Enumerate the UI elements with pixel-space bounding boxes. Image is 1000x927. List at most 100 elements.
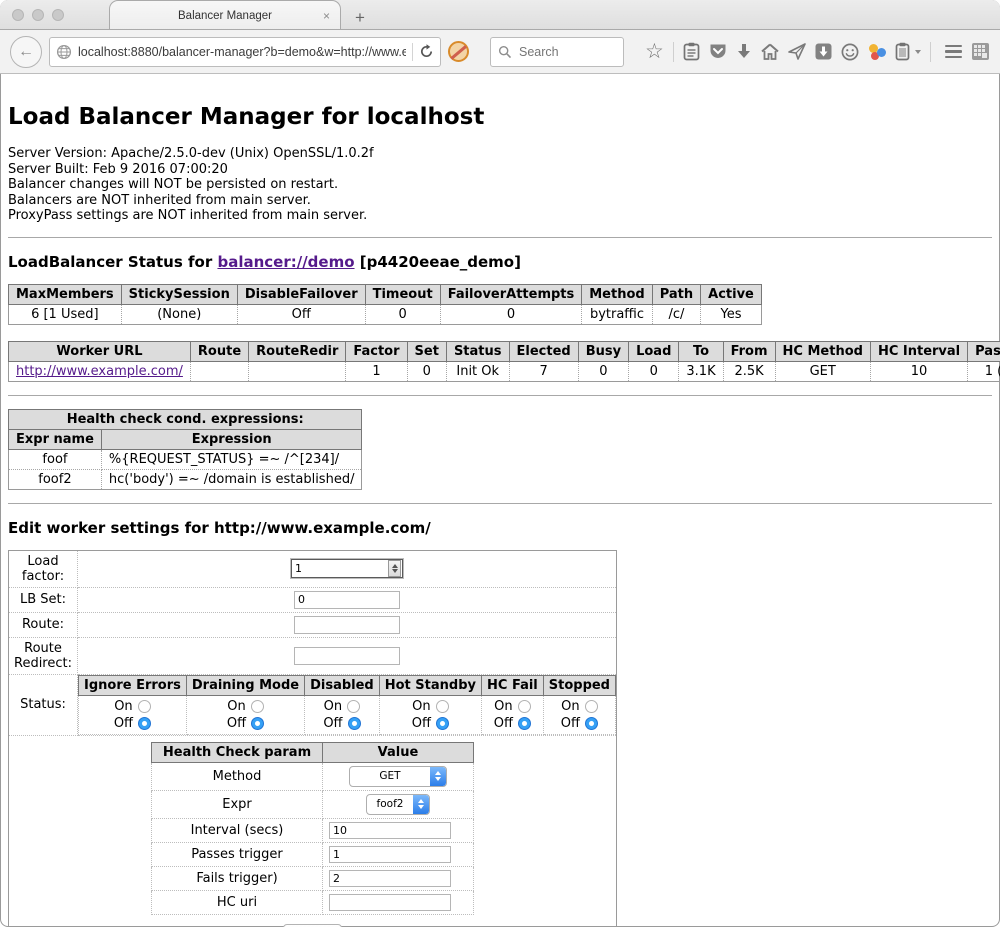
cell-failoverattempts: 0 bbox=[440, 304, 582, 324]
send-icon[interactable] bbox=[788, 43, 806, 60]
header-passes: Passes bbox=[968, 341, 1000, 361]
zoom-window-button[interactable] bbox=[52, 9, 64, 21]
feedback-smiley-icon[interactable] bbox=[841, 43, 859, 61]
cell-method: bytraffic bbox=[582, 304, 652, 324]
menu-icon[interactable] bbox=[945, 45, 962, 59]
status-header-draining-mode: Draining Mode bbox=[186, 675, 304, 695]
load-factor-input[interactable] bbox=[291, 559, 403, 578]
radio-draining-mode-on[interactable] bbox=[251, 700, 264, 713]
url-bar[interactable]: localhost:8880/balancer-manager?b=demo&w… bbox=[49, 37, 441, 67]
health-check-param-table: Health Check param Value Method GET bbox=[151, 742, 474, 915]
new-tab-button[interactable]: + bbox=[355, 9, 365, 26]
clipboard-icon[interactable] bbox=[895, 42, 910, 61]
fails-input[interactable] bbox=[329, 870, 451, 887]
off-label: Off bbox=[561, 715, 580, 732]
close-window-button[interactable] bbox=[12, 9, 24, 21]
home-icon[interactable] bbox=[761, 43, 779, 60]
route-input[interactable] bbox=[294, 616, 400, 634]
bookmark-star-icon[interactable]: ☆ bbox=[645, 41, 664, 62]
cell-from: 2.5K bbox=[723, 361, 775, 381]
on-label: On bbox=[114, 698, 132, 715]
radio-hot-standby-off[interactable] bbox=[436, 717, 449, 730]
search-input[interactable] bbox=[517, 44, 611, 60]
radio-hc-fail-on[interactable] bbox=[518, 700, 531, 713]
hcx-header-name: Expr name bbox=[9, 429, 102, 449]
blocked-content-icon[interactable] bbox=[448, 41, 469, 62]
overflow-caret-icon[interactable] bbox=[915, 50, 921, 54]
radio-hc-fail-off[interactable] bbox=[518, 717, 531, 730]
save-to-device-icon[interactable] bbox=[815, 43, 832, 60]
header-disablefailover: DisableFailover bbox=[237, 284, 365, 304]
interval-label: Interval (secs) bbox=[152, 818, 323, 842]
page-title: Load Balancer Manager for localhost bbox=[8, 104, 992, 130]
on-label: On bbox=[561, 698, 579, 715]
server-version: Server Version: Apache/2.5.0-dev (Unix) … bbox=[8, 146, 992, 162]
search-bar[interactable] bbox=[490, 37, 624, 67]
header-failoverattempts: FailoverAttempts bbox=[440, 284, 582, 304]
form-row-health-check: Health Check param Value Method GET bbox=[9, 735, 617, 921]
hc-uri-input[interactable] bbox=[329, 894, 451, 911]
radio-ignore-errors-off[interactable] bbox=[138, 717, 151, 730]
tab-title: Balancer Manager bbox=[178, 10, 272, 22]
expr-label: Expr bbox=[152, 790, 323, 818]
on-label: On bbox=[494, 698, 512, 715]
worker-url-link[interactable]: http://www.example.com/ bbox=[16, 364, 183, 379]
radio-stopped-off[interactable] bbox=[585, 717, 598, 730]
hcx-row: foof2 hc('body') =~ /domain is establish… bbox=[9, 469, 362, 489]
cell-hc-interval: 10 bbox=[870, 361, 967, 381]
cell-timeout: 0 bbox=[365, 304, 440, 324]
balancer-heading-suffix: [p4420eeae_demo] bbox=[355, 253, 521, 271]
back-button[interactable]: ← bbox=[10, 36, 42, 68]
reload-icon[interactable] bbox=[419, 44, 434, 59]
reading-list-icon[interactable] bbox=[683, 42, 700, 61]
window-controls bbox=[12, 9, 64, 21]
interval-input[interactable] bbox=[329, 822, 451, 839]
off-label: Off bbox=[323, 715, 342, 732]
divider bbox=[8, 395, 992, 396]
downloads-icon[interactable] bbox=[736, 43, 752, 60]
form-row-submit: Submit bbox=[9, 921, 617, 927]
toolbar-icons: ☆ bbox=[645, 41, 990, 62]
radio-draining-mode-off[interactable] bbox=[251, 717, 264, 730]
expr-select[interactable]: foof2 bbox=[366, 794, 430, 815]
cell-stickysession: (None) bbox=[121, 304, 237, 324]
form-row-status: Status: Ignore Errors Draining Mode Disa… bbox=[9, 674, 617, 735]
hcx-title: Health check cond. expressions: bbox=[9, 409, 362, 429]
tab-balancer-manager[interactable]: Balancer Manager × bbox=[109, 0, 341, 30]
radio-hot-standby-on[interactable] bbox=[436, 700, 449, 713]
on-label: On bbox=[412, 698, 430, 715]
toolbar-separator bbox=[673, 42, 674, 62]
route-redirect-input[interactable] bbox=[294, 647, 400, 665]
balancer-link[interactable]: balancer://demo bbox=[217, 253, 354, 271]
tab-close-icon[interactable]: × bbox=[323, 9, 330, 23]
lb-set-input[interactable] bbox=[294, 591, 400, 609]
tab-grid-icon[interactable] bbox=[971, 42, 990, 61]
header-path: Path bbox=[652, 284, 700, 304]
colored-dots-icon[interactable] bbox=[868, 43, 886, 61]
table-header-row: MaxMembers StickySession DisableFailover… bbox=[9, 284, 762, 304]
passes-input[interactable] bbox=[329, 846, 451, 863]
status-header-stopped: Stopped bbox=[543, 675, 615, 695]
radio-disabled-off[interactable] bbox=[348, 717, 361, 730]
table-row: 6 [1 Used] (None) Off 0 0 bytraffic /c/ … bbox=[9, 304, 762, 324]
number-spinner-icon[interactable] bbox=[388, 560, 401, 577]
status-header-hc-fail: HC Fail bbox=[482, 675, 544, 695]
radio-disabled-on[interactable] bbox=[347, 700, 360, 713]
balancer-status-table: MaxMembers StickySession DisableFailover… bbox=[8, 284, 762, 325]
urlbar-separator bbox=[412, 43, 413, 61]
radio-ignore-errors-on[interactable] bbox=[138, 700, 151, 713]
load-factor-field[interactable] bbox=[292, 561, 388, 576]
header-from: From bbox=[723, 341, 775, 361]
fails-label: Fails trigger) bbox=[152, 866, 323, 890]
minimize-window-button[interactable] bbox=[32, 9, 44, 21]
url-text[interactable]: localhost:8880/balancer-manager?b=demo&w… bbox=[78, 45, 406, 59]
method-select[interactable]: GET bbox=[349, 766, 447, 787]
radio-stopped-on[interactable] bbox=[585, 700, 598, 713]
navigation-toolbar: ← localhost:8880/balancer-manager?b=demo… bbox=[0, 30, 1000, 74]
header-worker-url: Worker URL bbox=[9, 341, 191, 361]
status-header-ignore-errors: Ignore Errors bbox=[79, 675, 187, 695]
cell-maxmembers: 6 [1 Used] bbox=[9, 304, 122, 324]
header-set: Set bbox=[407, 341, 446, 361]
pocket-icon[interactable] bbox=[709, 43, 727, 60]
status-table: Ignore Errors Draining Mode Disabled Hot… bbox=[78, 675, 616, 735]
